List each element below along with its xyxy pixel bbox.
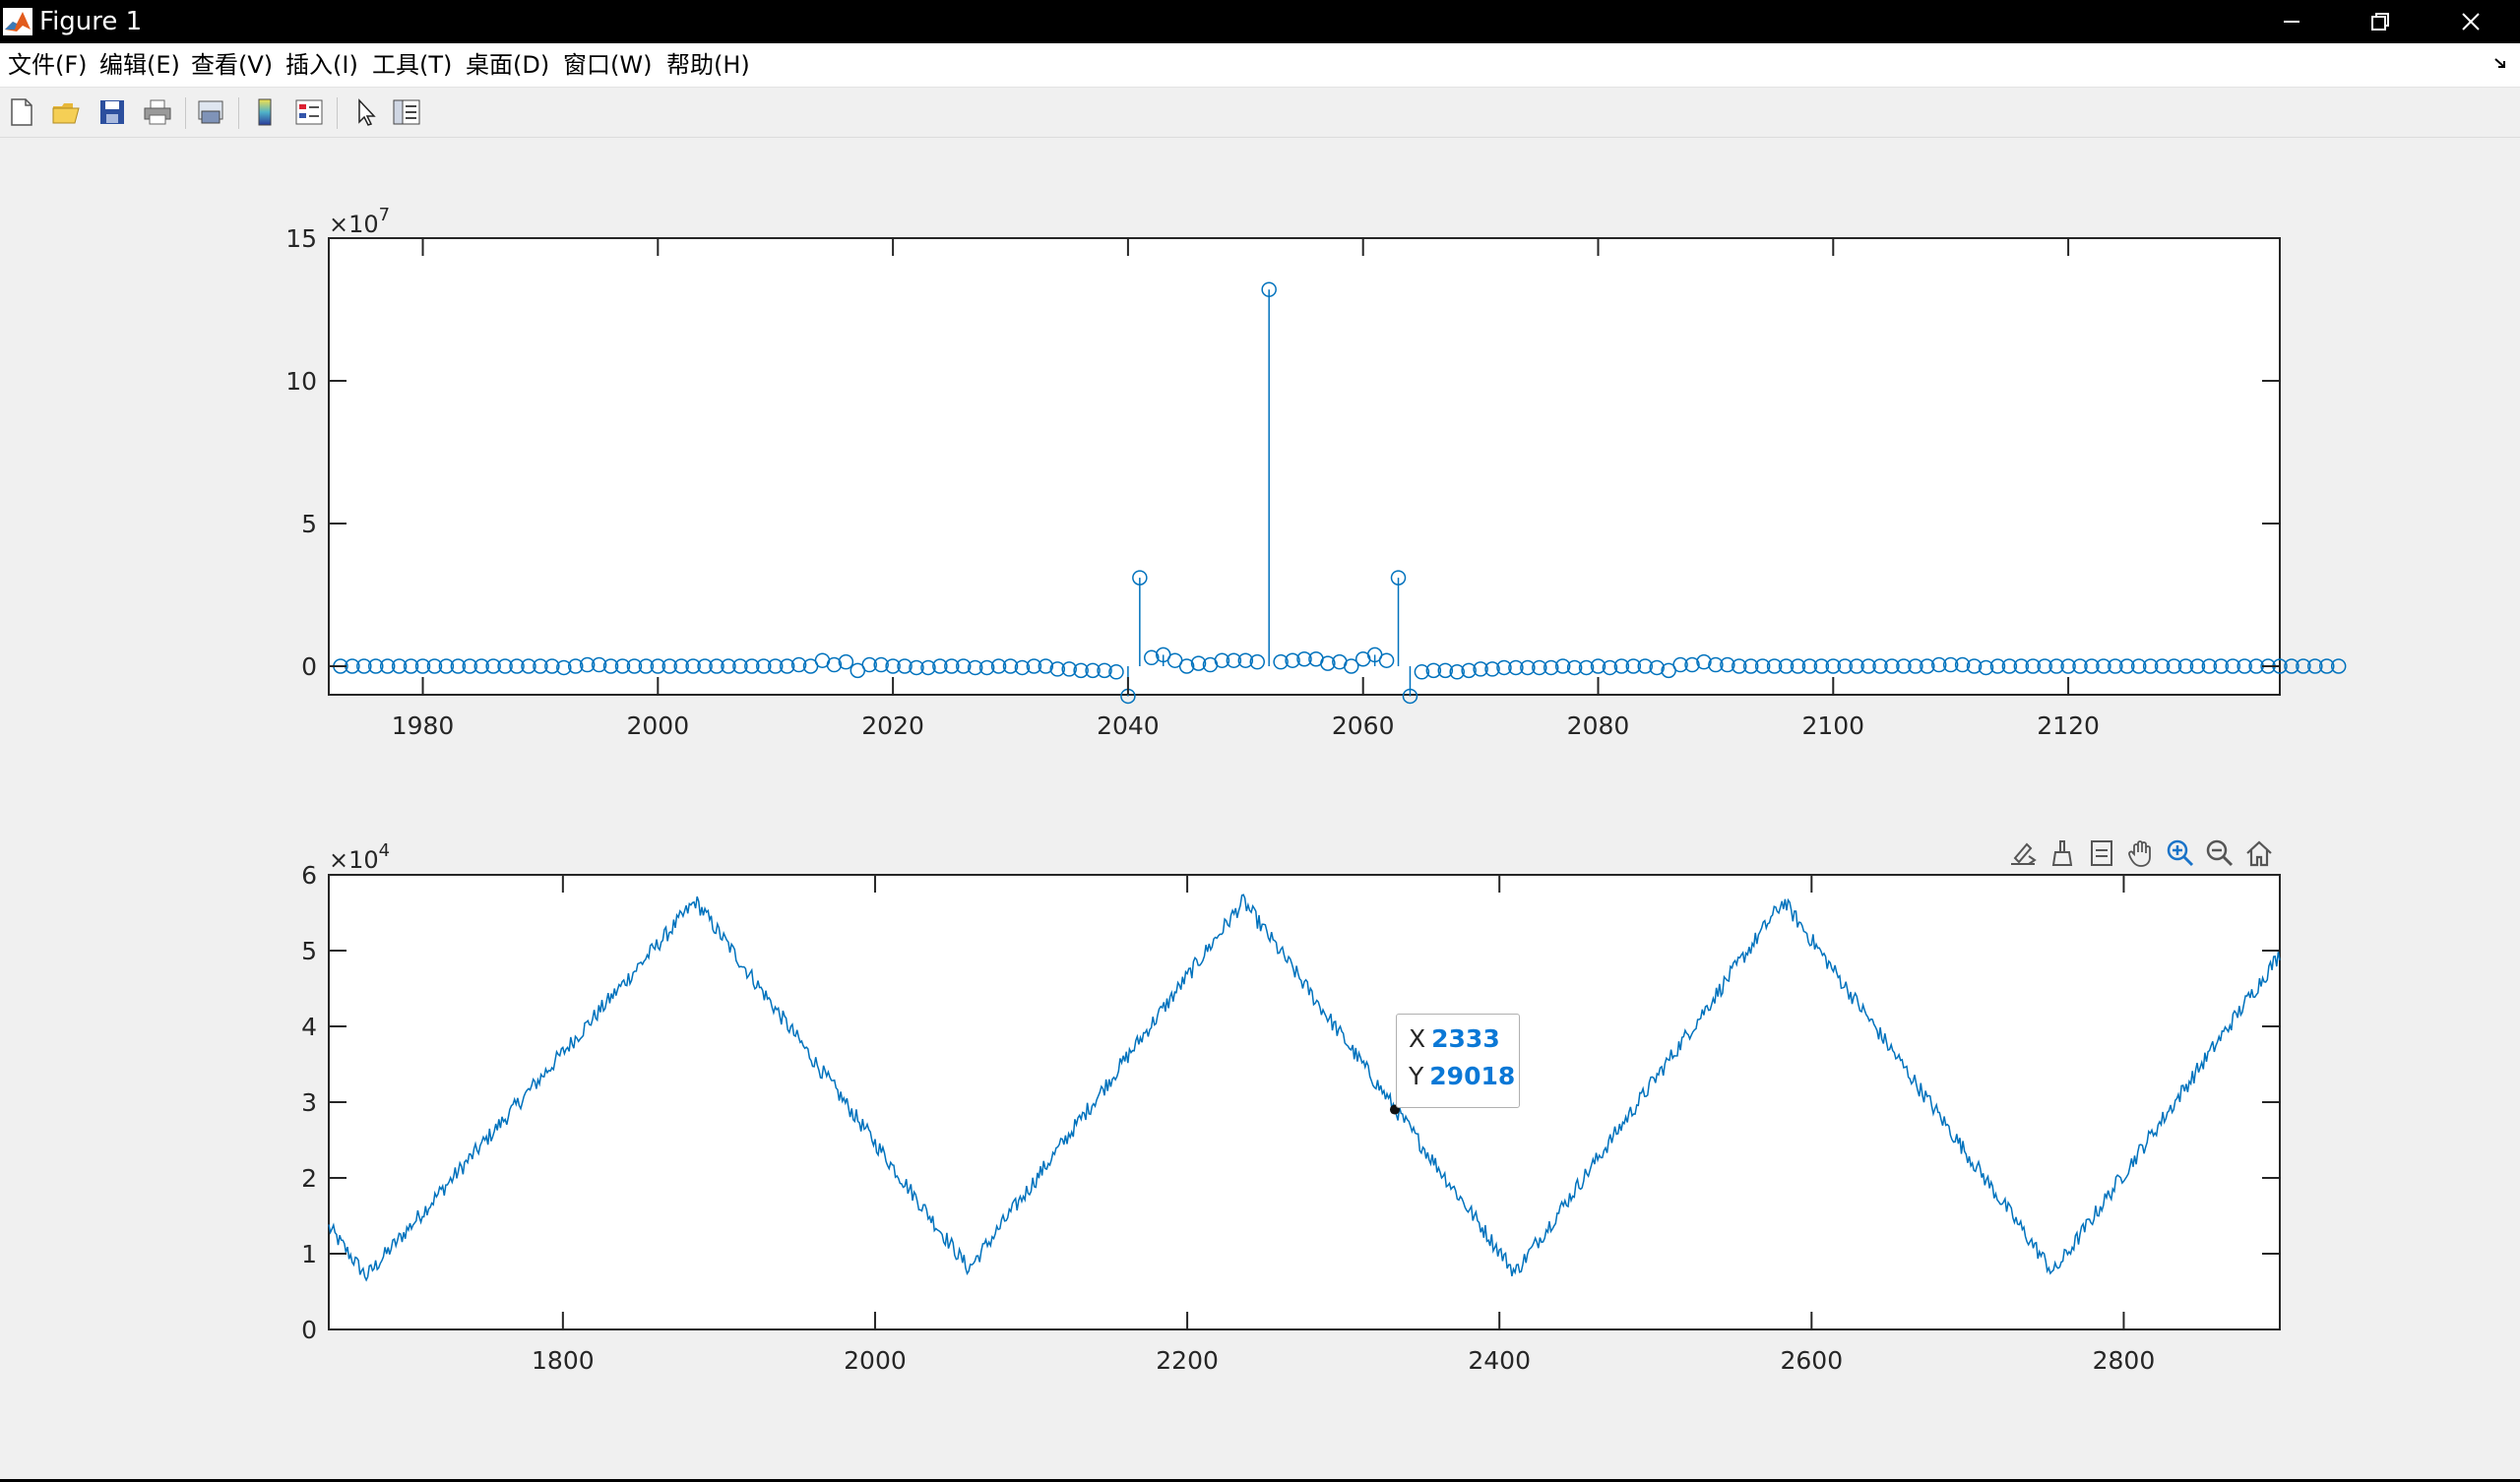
zoom-in-icon [2167, 839, 2194, 867]
axes-bottom-exponent: ×104 [329, 840, 390, 874]
brush-export-button[interactable] [2006, 836, 2040, 870]
data-tip[interactable]: X 2333 Y 29018 [1396, 1014, 1520, 1108]
ax1-xtick-label: 2040 [1097, 711, 1160, 740]
zoom-out-button[interactable] [2203, 836, 2236, 870]
ax2-ytick-label: 6 [301, 861, 317, 890]
edit-plot-icon [358, 98, 376, 126]
axes-top-exponent-base: ×10 [329, 211, 379, 238]
data-tip-button[interactable] [2085, 836, 2118, 870]
toolbar-separator [337, 97, 338, 129]
menu-file[interactable]: 文件(F) [8, 49, 88, 81]
ax1-ytick-label: 5 [301, 510, 317, 538]
insert-legend-button[interactable] [292, 95, 326, 129]
close-icon [2462, 13, 2480, 31]
ax1-xtick-label: 2020 [861, 711, 924, 740]
axes-top-plot-area [328, 237, 2281, 696]
undock-arrow-icon[interactable] [2492, 55, 2510, 73]
axes-top-exponent: ×107 [329, 205, 390, 238]
data-tip-y-label: Y [1409, 1062, 1424, 1090]
restore-view-button[interactable] [2242, 836, 2276, 870]
menu-edit[interactable]: 编辑(E) [99, 49, 180, 81]
zoom-in-button[interactable] [2164, 836, 2197, 870]
ax1-xtick-label: 2080 [1567, 711, 1630, 740]
pan-button[interactable] [2124, 836, 2158, 870]
toolbar-separator [185, 97, 186, 129]
data-tip-x-label: X [1409, 1024, 1426, 1053]
brush-button[interactable] [2046, 836, 2079, 870]
menu-desktop[interactable]: 桌面(D) [466, 49, 549, 81]
ax2-xtick-label: 2800 [2093, 1346, 2156, 1375]
insert-colorbar-button[interactable] [248, 95, 282, 129]
ax1-ytick-label: 15 [285, 224, 317, 253]
new-figure-icon [11, 98, 32, 126]
figure-toolbar [0, 88, 2520, 138]
minimize-icon [2284, 21, 2300, 23]
title-bar: Figure 1 [0, 0, 2520, 43]
ax1-xtick-label: 2000 [627, 711, 690, 740]
close-button[interactable] [2426, 0, 2516, 43]
brush-icon [2051, 840, 2073, 866]
menu-tools[interactable]: 工具(T) [372, 49, 452, 81]
ax2-ytick-label: 3 [301, 1088, 317, 1117]
open-file-icon [52, 103, 80, 124]
ax1-xtick-label: 2100 [1801, 711, 1864, 740]
ax1-ytick-label: 10 [285, 367, 317, 396]
data-tip-icon [2091, 840, 2112, 866]
edit-plot-button[interactable] [348, 95, 382, 129]
ax1-xtick-label: 2120 [2037, 711, 2100, 740]
data-tip-x-value: 2333 [1431, 1024, 1500, 1053]
ax2-ytick-label: 1 [301, 1240, 317, 1268]
restore-icon [2371, 13, 2389, 31]
menu-insert[interactable]: 插入(I) [285, 49, 358, 81]
new-figure-button[interactable] [5, 95, 38, 129]
property-inspector-icon [393, 99, 420, 125]
axes-top[interactable]: 1980 2000 2020 2040 2060 2080 2100 2120 0 5 10 15 ×… [285, 205, 2347, 740]
print-button[interactable] [141, 95, 174, 129]
brush-export-icon [2011, 842, 2037, 865]
link-plot-icon [198, 100, 223, 124]
axes-bottom[interactable]: 1800 2000 2200 2400 2600 28000123456 ×104 [301, 840, 2281, 1375]
toolbar-separator [238, 97, 239, 129]
ax1-ytick-label: 0 [301, 652, 317, 681]
property-inspector-button[interactable] [390, 95, 423, 129]
menu-bar: 文件(F) 编辑(E) 查看(V) 插入(I) 工具(T) 桌面(D) 窗口(W… [0, 43, 2520, 88]
restore-view-home-icon [2246, 840, 2272, 867]
ax2-ytick-label: 4 [301, 1013, 317, 1041]
axes-bottom-exponent-base: ×10 [329, 846, 379, 874]
save-icon [100, 100, 124, 124]
axes-top-exponent-power: 7 [379, 205, 390, 225]
open-file-button[interactable] [49, 95, 83, 129]
ax2-xtick-label: 2600 [1781, 1346, 1844, 1375]
matlab-logo-icon [3, 8, 32, 35]
window-title: Figure 1 [39, 7, 143, 36]
axes-bottom-exponent-power: 4 [379, 840, 390, 861]
ax2-xtick-label: 2200 [1156, 1346, 1219, 1375]
ax2-xtick-label: 1800 [532, 1346, 595, 1375]
zoom-out-icon [2206, 839, 2234, 867]
ax2-xtick-label: 2400 [1468, 1346, 1531, 1375]
ax2-ytick-label: 5 [301, 937, 317, 965]
insert-colorbar-icon [258, 98, 272, 126]
ax2-xtick-label: 2000 [844, 1346, 907, 1375]
axes-bottom-plot-area [328, 874, 2281, 1330]
data-tip-y-value: 29018 [1429, 1062, 1516, 1090]
ax2-ytick-label: 2 [301, 1164, 317, 1193]
menu-window[interactable]: 窗口(W) [563, 49, 652, 81]
menu-help[interactable]: 帮助(H) [666, 49, 750, 81]
figure-canvas: 1980 2000 2020 2040 2060 2080 2100 2120051015 ×… [285, 205, 2347, 1375]
minimize-button[interactable] [2246, 0, 2337, 43]
ax1-xtick-label: 1980 [392, 711, 455, 740]
menu-view[interactable]: 查看(V) [191, 49, 273, 81]
ax2-ytick-label: 0 [301, 1316, 317, 1344]
pan-hand-icon [2128, 840, 2151, 867]
insert-legend-icon [295, 99, 323, 125]
save-button[interactable] [95, 95, 129, 129]
print-icon [144, 99, 171, 125]
restore-button[interactable] [2335, 0, 2426, 43]
link-plot-button[interactable] [194, 95, 227, 129]
ax1-xtick-label: 2060 [1332, 711, 1395, 740]
